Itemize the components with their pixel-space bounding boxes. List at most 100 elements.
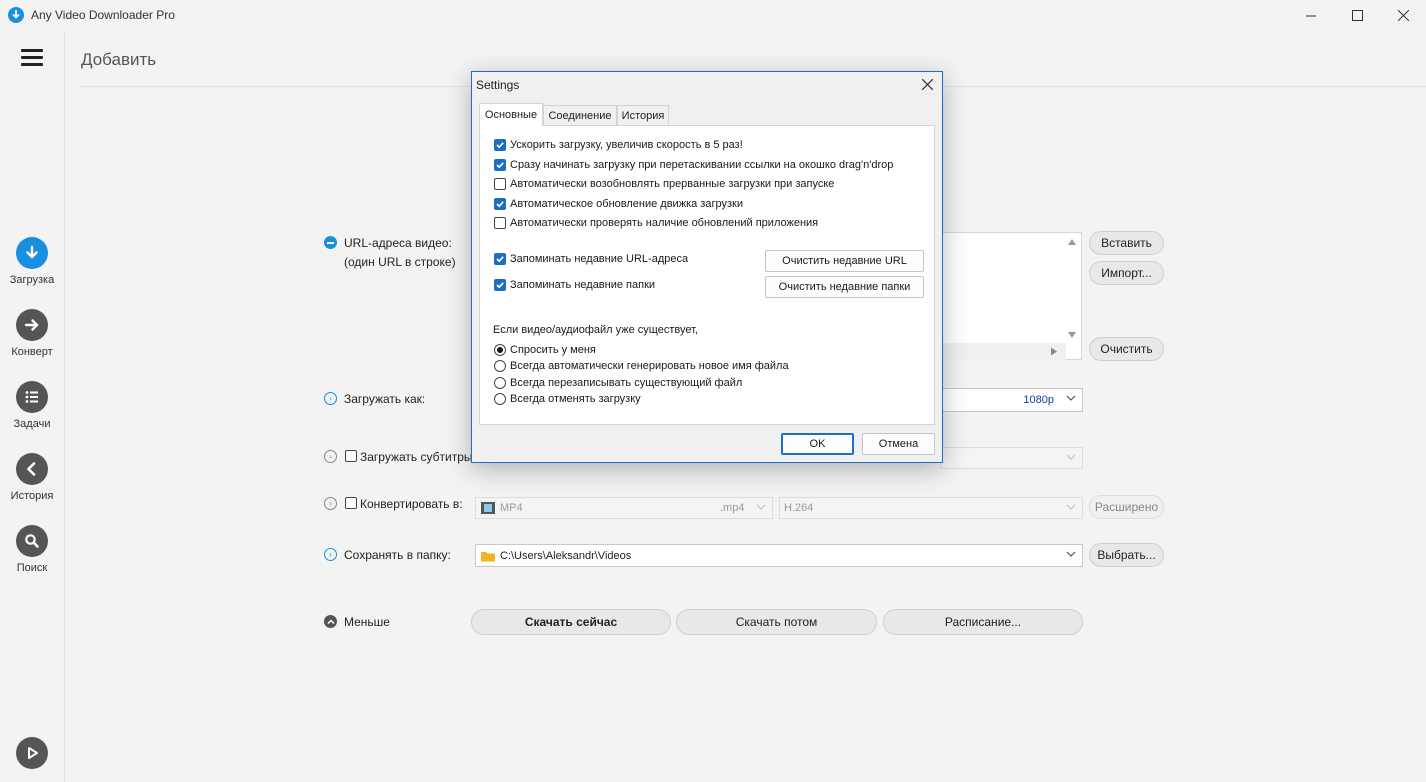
clear-recent-folders-button[interactable]: Очистить недавние папки <box>765 276 924 298</box>
arrow-right-icon <box>16 309 48 341</box>
download-as-label: Загружать как: <box>344 392 426 406</box>
sidebar-item-label: История <box>10 490 54 502</box>
download-later-button[interactable]: Скачать потом <box>676 609 877 635</box>
scroll-up-icon[interactable] <box>1067 238 1077 246</box>
option-app-update[interactable]: Автоматически проверять наличие обновлен… <box>494 217 818 229</box>
tab-general[interactable]: Основные <box>479 103 543 126</box>
folder-value: C:\Users\Aleksandr\Videos <box>500 549 632 562</box>
sidebar-item-label: Загрузка <box>9 274 55 286</box>
option-label: Автоматическое обновление движка загрузк… <box>510 198 743 210</box>
tab-connection[interactable]: Соединение <box>543 105 617 125</box>
option-label: Сразу начинать загрузку при перетаскиван… <box>510 159 894 171</box>
checkbox[interactable] <box>494 253 506 265</box>
sidebar-item-download[interactable]: Загрузка <box>0 237 64 309</box>
option-label: Ускорить загрузку, увеличив скорость в 5… <box>510 139 743 151</box>
checkbox[interactable] <box>494 198 506 210</box>
radio-button[interactable] <box>494 360 506 372</box>
chevron-down-icon <box>1066 549 1076 559</box>
radio-label: Всегда перезаписывать существующий файл <box>510 377 743 389</box>
tab-history[interactable]: История <box>617 105 669 125</box>
maximize-button[interactable] <box>1334 0 1380 31</box>
option-label: Запоминать недавние папки <box>510 279 656 291</box>
option-resume[interactable]: Автоматически возобновлять прерванные за… <box>494 178 834 190</box>
sidebar-item-label: Поиск <box>16 562 48 574</box>
play-icon[interactable] <box>16 737 48 769</box>
checkbox[interactable] <box>494 279 506 291</box>
scroll-down-icon[interactable] <box>1067 331 1077 339</box>
page-title: Добавить <box>81 50 157 69</box>
option-engine-update[interactable]: Автоматическое обновление движка загрузк… <box>494 198 743 210</box>
checkbox[interactable] <box>494 178 506 190</box>
less-label[interactable]: Меньше <box>344 615 390 629</box>
codec-select[interactable]: H.264 <box>779 497 1083 519</box>
checkbox[interactable] <box>494 139 506 151</box>
option-label: Автоматически проверять наличие обновлен… <box>510 217 819 229</box>
radio-rename[interactable]: Всегда автоматически генерировать новое … <box>494 360 789 372</box>
browse-button[interactable]: Выбрать... <box>1089 543 1164 567</box>
sidebar-item-history[interactable]: История <box>0 453 64 525</box>
download-arrow-icon <box>16 237 48 269</box>
dialog-close-icon[interactable] <box>916 74 938 94</box>
radio-overwrite[interactable]: Всегда перезаписывать существующий файл <box>494 377 742 389</box>
window-title: Any Video Downloader Pro <box>31 8 175 22</box>
codec-value: H.264 <box>784 502 814 514</box>
clear-recent-urls-button[interactable]: Очистить недавние URL <box>765 250 924 272</box>
subtitles-label: Загружать субтитры: <box>360 450 476 464</box>
quality-select[interactable]: 1080p <box>940 388 1083 412</box>
chevron-down-icon <box>1066 393 1076 403</box>
option-dragdrop[interactable]: Сразу начинать загрузку при перетаскиван… <box>494 159 893 171</box>
option-speedup[interactable]: Ускорить загрузку, увеличив скорость в 5… <box>494 139 743 151</box>
save-folder-label: Сохранять в папку: <box>344 548 451 562</box>
hamburger-menu-icon[interactable] <box>21 49 43 67</box>
option-remember-urls[interactable]: Запоминать недавние URL-адреса <box>494 253 688 265</box>
list-icon <box>16 381 48 413</box>
subtitles-select[interactable] <box>940 447 1083 469</box>
checkbox[interactable] <box>494 159 506 171</box>
radio-button[interactable] <box>494 344 506 356</box>
exists-heading: Если видео/аудиофайл уже существует, <box>493 324 698 336</box>
chevron-down-icon <box>1066 452 1076 462</box>
sidebar-item-tasks[interactable]: Задачи <box>0 381 64 453</box>
option-remember-folders[interactable]: Запоминать недавние папки <box>494 279 655 291</box>
radio-label: Всегда отменять загрузку <box>510 393 641 405</box>
radio-ask[interactable]: Спросить у меня <box>494 344 596 356</box>
clear-button[interactable]: Очистить <box>1089 337 1164 361</box>
schedule-button[interactable]: Расписание... <box>883 609 1083 635</box>
format-ext: .mp4 <box>720 502 745 514</box>
sidebar-item-label: Конверт <box>11 346 53 358</box>
cancel-button[interactable]: Отмена <box>862 433 935 455</box>
minimize-button[interactable] <box>1288 0 1334 31</box>
convert-checkbox[interactable] <box>345 497 357 509</box>
url-label: URL-адреса видео: <box>344 236 452 250</box>
url-textarea[interactable] <box>940 232 1082 360</box>
sidebar-item-search[interactable]: Поиск <box>0 525 64 597</box>
advanced-button[interactable]: Расширено <box>1089 495 1164 519</box>
arrow-left-icon <box>16 453 48 485</box>
horizontal-scrollbar[interactable] <box>940 343 1066 360</box>
ok-button[interactable]: OK <box>781 433 854 455</box>
dialog-title: Settings <box>476 78 520 92</box>
tab-panel: Ускорить загрузку, увеличив скорость в 5… <box>479 125 935 425</box>
subtitles-checkbox[interactable] <box>345 450 357 462</box>
radio-button[interactable] <box>494 393 506 405</box>
expand-subtitles-icon[interactable]: › <box>324 450 337 463</box>
import-button[interactable]: Импорт... <box>1089 261 1164 285</box>
checkbox[interactable] <box>494 217 506 229</box>
download-now-button[interactable]: Скачать сейчас <box>471 609 671 635</box>
paste-button[interactable]: Вставить <box>1089 231 1164 255</box>
expand-save-folder-icon[interactable]: › <box>324 548 337 561</box>
collapse-url-icon[interactable] <box>324 236 337 249</box>
expand-convert-icon[interactable]: › <box>324 497 337 510</box>
sidebar-item-convert[interactable]: Конверт <box>0 309 64 381</box>
radio-cancel[interactable]: Всегда отменять загрузку <box>494 393 641 405</box>
radio-button[interactable] <box>494 377 506 389</box>
radio-label: Всегда автоматически генерировать новое … <box>510 360 789 372</box>
format-select[interactable]: MP4 .mp4 <box>475 497 773 519</box>
quality-value: 1080p <box>1023 394 1054 406</box>
chevron-up-icon[interactable] <box>324 615 337 628</box>
sidebar-item-label: Задачи <box>13 418 51 430</box>
close-window-button[interactable] <box>1380 0 1426 31</box>
search-icon <box>16 525 48 557</box>
folder-select[interactable]: C:\Users\Aleksandr\Videos <box>475 544 1083 567</box>
expand-download-as-icon[interactable]: › <box>324 392 337 405</box>
